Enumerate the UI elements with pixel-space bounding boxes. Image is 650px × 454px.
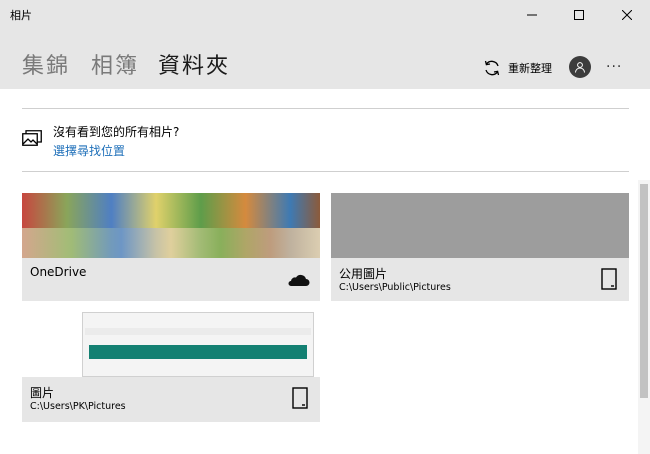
device-icon — [292, 387, 308, 409]
app-header: 集錦 相簿 資料夾 重新整理 ··· — [0, 30, 650, 89]
maximize-icon — [574, 10, 584, 20]
cloud-icon — [288, 274, 310, 286]
scrollbar-thumb[interactable] — [640, 184, 648, 398]
choose-location-link[interactable]: 選擇尋找位置 — [53, 142, 125, 159]
refresh-icon — [484, 60, 500, 76]
close-button[interactable] — [604, 0, 650, 30]
folder-thumbnail — [22, 312, 320, 377]
refresh-button[interactable]: 重新整理 — [482, 55, 552, 81]
tab-albums[interactable]: 相簿 — [91, 56, 139, 78]
missing-photos-notice: 沒有看到您的所有相片? — [53, 125, 180, 139]
folder-card-public-pictures[interactable]: 公用圖片 C:\Users\Public\Pictures — [331, 193, 629, 301]
minimize-button[interactable] — [509, 0, 555, 30]
folder-name: 公用圖片 — [339, 267, 388, 281]
preview-banner — [89, 345, 307, 359]
preview-toolbar — [85, 328, 311, 335]
title-bar: 相片 — [0, 0, 650, 30]
folder-card-pictures[interactable]: 圖片 C:\Users\PK\Pictures — [22, 312, 320, 422]
refresh-label: 重新整理 — [508, 62, 552, 75]
vertical-scrollbar[interactable] — [638, 180, 650, 454]
folder-path: C:\Users\PK\Pictures — [30, 401, 126, 412]
screenshot-preview — [82, 312, 314, 377]
tab-collection[interactable]: 集錦 — [22, 56, 70, 78]
more-options-button[interactable]: ··· — [606, 60, 622, 74]
folder-card-onedrive[interactable]: OneDrive — [22, 193, 320, 301]
user-icon — [575, 62, 585, 73]
folder-name: 圖片 — [30, 386, 55, 400]
images-icon — [22, 130, 42, 146]
folder-thumbnail — [22, 193, 320, 258]
divider — [22, 171, 629, 172]
divider — [22, 108, 629, 109]
folder-thumbnail — [331, 193, 629, 258]
maximize-button[interactable] — [556, 0, 602, 30]
account-avatar[interactable] — [569, 56, 591, 78]
tab-folders[interactable]: 資料夾 — [158, 56, 230, 78]
folder-path: C:\Users\Public\Pictures — [339, 282, 451, 293]
close-icon — [622, 10, 632, 20]
device-icon — [601, 268, 617, 290]
minimize-icon — [527, 14, 537, 16]
app-title: 相片 — [10, 9, 32, 22]
folder-name: OneDrive — [30, 265, 87, 279]
photos-app-window: 相片 集錦 相簿 資料夾 重新整理 ··· 沒有看到您的所有相片? 選擇尋找位置… — [0, 0, 650, 454]
